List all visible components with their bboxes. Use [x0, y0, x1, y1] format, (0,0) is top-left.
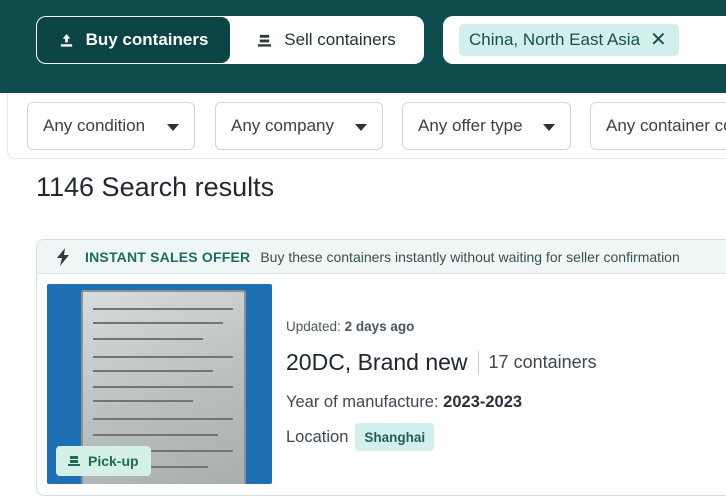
year-of-manufacture: Year of manufacture: 2023-2023	[286, 393, 522, 412]
sell-containers-label: Sell containers	[284, 30, 396, 49]
updated-prefix: Updated:	[286, 319, 341, 334]
condition-filter[interactable]: Any condition	[27, 102, 195, 150]
company-filter-label: Any company	[231, 116, 334, 135]
lightning-icon	[57, 247, 69, 266]
pickup-badge: Pick-up	[56, 446, 151, 476]
container-count: 17 containers	[489, 352, 597, 373]
instant-offer-banner: INSTANT SALES OFFER Buy these containers…	[37, 240, 726, 274]
listing-headline: 20DC, Brand new 17 containers	[286, 349, 597, 376]
close-icon[interactable]: ✕	[650, 30, 667, 50]
sell-containers-button[interactable]: Sell containers	[230, 17, 423, 63]
chevron-down-icon	[543, 124, 555, 131]
updated-value: 2 days ago	[344, 319, 415, 334]
divider	[477, 350, 479, 375]
updated-text: Updated: 2 days ago	[286, 319, 414, 334]
offer-type-filter[interactable]: Any offer type	[402, 102, 571, 150]
chevron-down-icon	[167, 124, 179, 131]
header-bar: Buy containers Sell containers China, No…	[0, 0, 726, 93]
yom-label: Year of manufacture:	[286, 393, 439, 411]
buy-sell-toggle: Buy containers Sell containers	[36, 16, 424, 64]
chevron-down-icon	[355, 124, 367, 131]
yom-value: 2023-2023	[443, 393, 523, 411]
location-badge: Shanghai	[355, 423, 435, 451]
container-condition-filter[interactable]: Any container co	[590, 102, 726, 150]
location-label: Location	[286, 427, 349, 446]
buy-containers-button[interactable]: Buy containers	[37, 17, 230, 63]
container-photo[interactable]: Pick-up	[47, 284, 272, 484]
container-filter-label: Any container co	[606, 116, 726, 135]
location-chip: China, North East Asia ✕	[459, 24, 679, 56]
pickup-label: Pick-up	[88, 453, 139, 469]
pickup-icon	[68, 456, 80, 466]
buy-containers-label: Buy containers	[85, 30, 209, 49]
container-count-number: 17	[488, 352, 509, 372]
listing-title[interactable]: 20DC, Brand new	[286, 349, 468, 376]
listing-card[interactable]: INSTANT SALES OFFER Buy these containers…	[36, 239, 726, 496]
location-search[interactable]: China, North East Asia ✕	[443, 16, 726, 64]
company-filter[interactable]: Any company	[215, 102, 383, 150]
buy-icon	[60, 33, 72, 47]
location-chip-label: China, North East Asia	[469, 30, 641, 49]
sell-icon	[258, 34, 272, 47]
filter-bar: Any condition Any company Any offer type…	[7, 93, 726, 159]
condition-filter-label: Any condition	[43, 116, 146, 135]
instant-offer-title: INSTANT SALES OFFER	[85, 248, 251, 265]
instant-offer-text: Buy these containers instantly without w…	[260, 248, 680, 265]
container-count-label: containers	[513, 352, 597, 372]
location-row: Location Shanghai	[286, 423, 435, 451]
offer-type-filter-label: Any offer type	[418, 116, 523, 135]
results-count-title: 1146 Search results	[36, 172, 275, 202]
